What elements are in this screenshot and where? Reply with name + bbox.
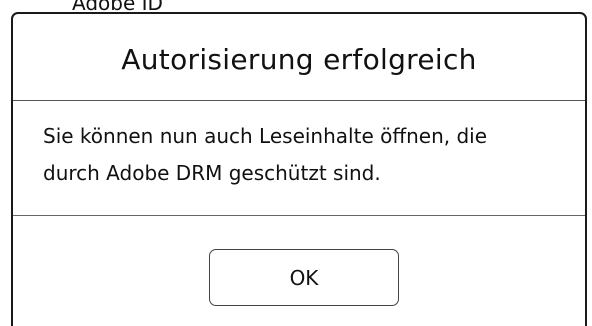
dialog-header: Autorisierung erfolgreich	[13, 14, 585, 101]
dialog-message: Sie können nun auch Leseinhalte öffnen, …	[13, 101, 585, 216]
dialog-message-line-1: Sie können nun auch Leseinhalte öffnen, …	[43, 124, 488, 148]
dialog-message-line-2: durch Adobe DRM geschützt sind.	[43, 161, 381, 185]
authorization-success-dialog: Autorisierung erfolgreich Sie können nun…	[11, 12, 587, 326]
dialog-title: Autorisierung erfolgreich	[121, 42, 477, 76]
dialog-footer: OK	[13, 216, 585, 326]
ok-button[interactable]: OK	[209, 249, 399, 306]
screen: Adobe ID Autorisierung erfolgreich Sie k…	[0, 0, 592, 326]
